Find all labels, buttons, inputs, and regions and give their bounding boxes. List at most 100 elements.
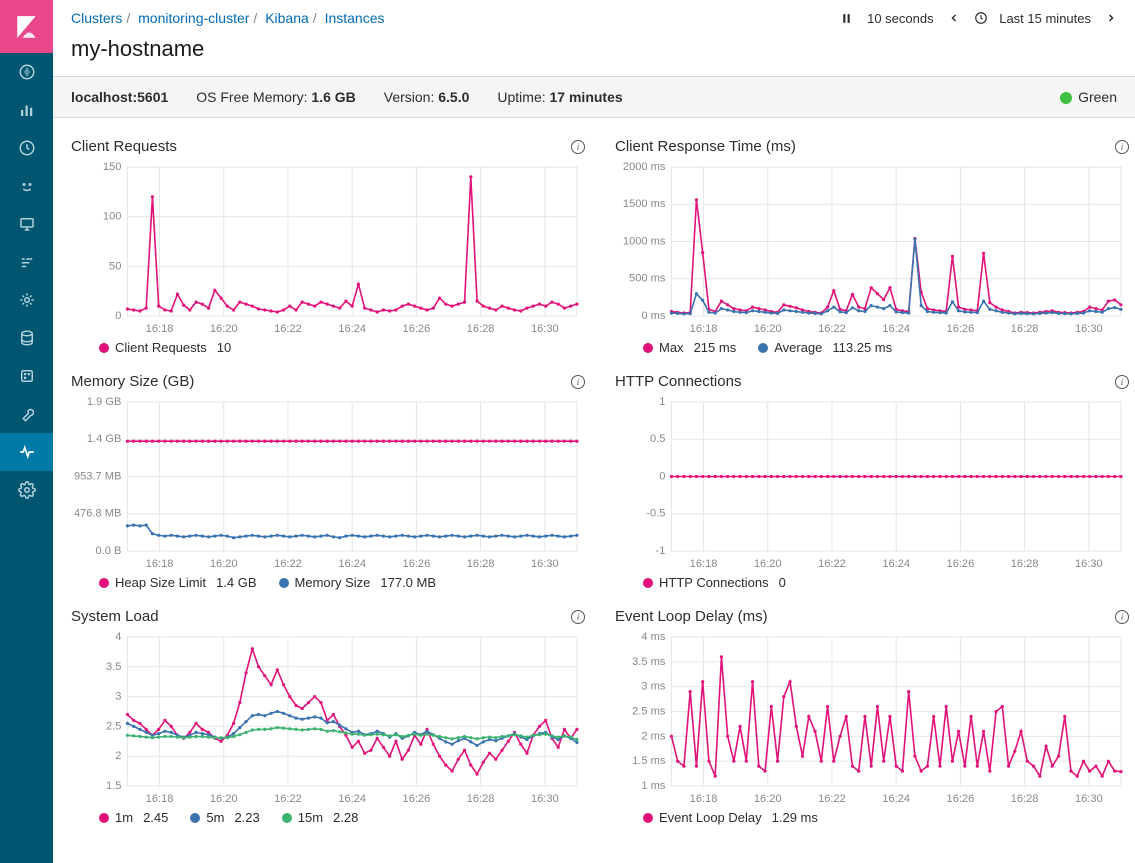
legend-dot-icon (643, 578, 653, 588)
svg-text:1.5: 1.5 (106, 780, 121, 792)
svg-text:16:20: 16:20 (210, 323, 238, 335)
svg-text:16:24: 16:24 (338, 558, 366, 570)
legend-item[interactable]: 15m2.28 (282, 810, 359, 825)
legend-name: Client Requests (115, 340, 207, 355)
legend-value: 113.25 ms (832, 340, 892, 355)
svg-text:-1: -1 (656, 545, 666, 557)
svg-text:0.5: 0.5 (650, 433, 665, 445)
svg-text:2000 ms: 2000 ms (623, 161, 666, 173)
chart-plot[interactable]: 05010015016:1816:2016:2216:2416:2616:281… (71, 161, 585, 336)
svg-text:16:28: 16:28 (1011, 323, 1039, 335)
chart-legend: HTTP Connections0 (615, 571, 1129, 598)
uptime-value: 17 minutes (550, 89, 623, 105)
svg-text:16:20: 16:20 (210, 793, 238, 805)
chart-title: Event Loop Delay (ms) (615, 608, 768, 625)
breadcrumb-kibana[interactable]: Kibana (265, 10, 309, 26)
svg-text:16:28: 16:28 (467, 323, 495, 335)
svg-text:16:22: 16:22 (274, 558, 302, 570)
info-icon[interactable]: i (1115, 140, 1129, 154)
time-range-picker[interactable]: Last 15 minutes (974, 11, 1091, 26)
chart-plot[interactable]: 0 ms500 ms1000 ms1500 ms2000 ms16:1816:2… (615, 161, 1129, 336)
nav-monitoring-icon[interactable] (0, 433, 53, 471)
chart-plot[interactable]: -1-0.500.5116:1816:2016:2216:2416:2616:2… (615, 396, 1129, 571)
legend-dot-icon (758, 343, 768, 353)
chart-legend: 1m2.45 5m2.23 15m2.28 (71, 806, 585, 833)
refresh-interval[interactable]: 10 seconds (867, 11, 934, 26)
nav-canvas-icon[interactable] (0, 205, 53, 243)
health-dot-icon (1060, 92, 1072, 104)
nav-apm-icon[interactable] (0, 357, 53, 395)
legend-item[interactable]: Event Loop Delay1.29 ms (643, 810, 818, 825)
chart-plot[interactable]: 0.0 B476.8 MB953.7 MB1.4 GB1.9 GB16:1816… (71, 396, 585, 571)
time-prev-button[interactable] (948, 12, 960, 24)
legend-item[interactable]: 1m2.45 (99, 810, 168, 825)
pause-button[interactable] (840, 12, 853, 25)
legend-item[interactable]: Memory Size177.0 MB (279, 575, 437, 590)
kibana-logo[interactable] (0, 0, 53, 53)
chart-panel-system_load: System Loadi1.522.533.5416:1816:2016:221… (71, 602, 585, 833)
nav-dashboard-icon[interactable] (0, 129, 53, 167)
svg-text:16:24: 16:24 (882, 323, 910, 335)
chart-title: Client Response Time (ms) (615, 138, 796, 155)
legend-name: 15m (298, 810, 323, 825)
chart-plot[interactable]: 1 ms1.5 ms2 ms2.5 ms3 ms3.5 ms4 ms16:181… (615, 631, 1129, 806)
info-icon[interactable]: i (1115, 375, 1129, 389)
legend-dot-icon (99, 343, 109, 353)
chart-plot[interactable]: 1.522.533.5416:1816:2016:2216:2416:2616:… (71, 631, 585, 806)
legend-item[interactable]: Max215 ms (643, 340, 736, 355)
status-bar: localhost:5601 OS Free Memory: 1.6 GB Ve… (53, 76, 1135, 118)
legend-item[interactable]: HTTP Connections0 (643, 575, 786, 590)
info-icon[interactable]: i (1115, 610, 1129, 624)
svg-text:1.5 ms: 1.5 ms (632, 755, 666, 767)
chart-title: Client Requests (71, 138, 177, 155)
info-icon[interactable]: i (571, 140, 585, 154)
nav-devtools-icon[interactable] (0, 395, 53, 433)
info-icon[interactable]: i (571, 375, 585, 389)
svg-text:16:30: 16:30 (1075, 793, 1103, 805)
legend-value: 10 (217, 340, 231, 355)
legend-name: Memory Size (295, 575, 371, 590)
svg-text:4: 4 (115, 631, 121, 643)
legend-dot-icon (282, 813, 292, 823)
time-next-button[interactable] (1105, 12, 1117, 24)
nav-discover-icon[interactable] (0, 53, 53, 91)
legend-name: Heap Size Limit (115, 575, 206, 590)
svg-text:16:24: 16:24 (338, 323, 366, 335)
chart-panel-memory_size: Memory Size (GB)i0.0 B476.8 MB953.7 MB1.… (71, 367, 585, 598)
nav-timelion-icon[interactable] (0, 167, 53, 205)
chart-legend: Client Requests 10 (71, 336, 585, 363)
svg-text:476.8 MB: 476.8 MB (74, 508, 121, 520)
svg-text:16:30: 16:30 (531, 558, 559, 570)
svg-text:0: 0 (115, 310, 121, 322)
nav-management-icon[interactable] (0, 471, 53, 509)
breadcrumb-cluster[interactable]: monitoring-cluster (138, 10, 249, 26)
legend-item[interactable]: Heap Size Limit1.4 GB (99, 575, 257, 590)
nav-infra-icon[interactable] (0, 281, 53, 319)
svg-text:16:22: 16:22 (818, 323, 846, 335)
chart-legend: Heap Size Limit1.4 GB Memory Size177.0 MB (71, 571, 585, 598)
legend-item[interactable]: 5m2.23 (190, 810, 259, 825)
breadcrumb-clusters[interactable]: Clusters (71, 10, 122, 26)
nav-visualize-icon[interactable] (0, 91, 53, 129)
info-icon[interactable]: i (571, 610, 585, 624)
svg-text:2.5: 2.5 (106, 720, 121, 732)
svg-text:1.4 GB: 1.4 GB (87, 433, 121, 445)
breadcrumb-instances[interactable]: Instances (325, 10, 385, 26)
legend-dot-icon (190, 813, 200, 823)
chart-title: System Load (71, 608, 159, 625)
legend-value: 1.29 ms (772, 810, 818, 825)
svg-text:16:30: 16:30 (1075, 558, 1103, 570)
legend-item[interactable]: Client Requests 10 (99, 340, 231, 355)
page-title: my-hostname (53, 30, 1135, 76)
legend-item[interactable]: Average113.25 ms (758, 340, 892, 355)
svg-text:16:30: 16:30 (531, 323, 559, 335)
svg-text:0.0 B: 0.0 B (96, 545, 122, 557)
svg-text:16:28: 16:28 (1011, 558, 1039, 570)
nav-ml-icon[interactable] (0, 243, 53, 281)
svg-text:16:28: 16:28 (467, 793, 495, 805)
svg-text:16:26: 16:26 (403, 558, 431, 570)
svg-text:1: 1 (659, 396, 665, 408)
svg-text:16:22: 16:22 (274, 793, 302, 805)
nav-logs-icon[interactable] (0, 319, 53, 357)
legend-value: 2.45 (143, 810, 168, 825)
